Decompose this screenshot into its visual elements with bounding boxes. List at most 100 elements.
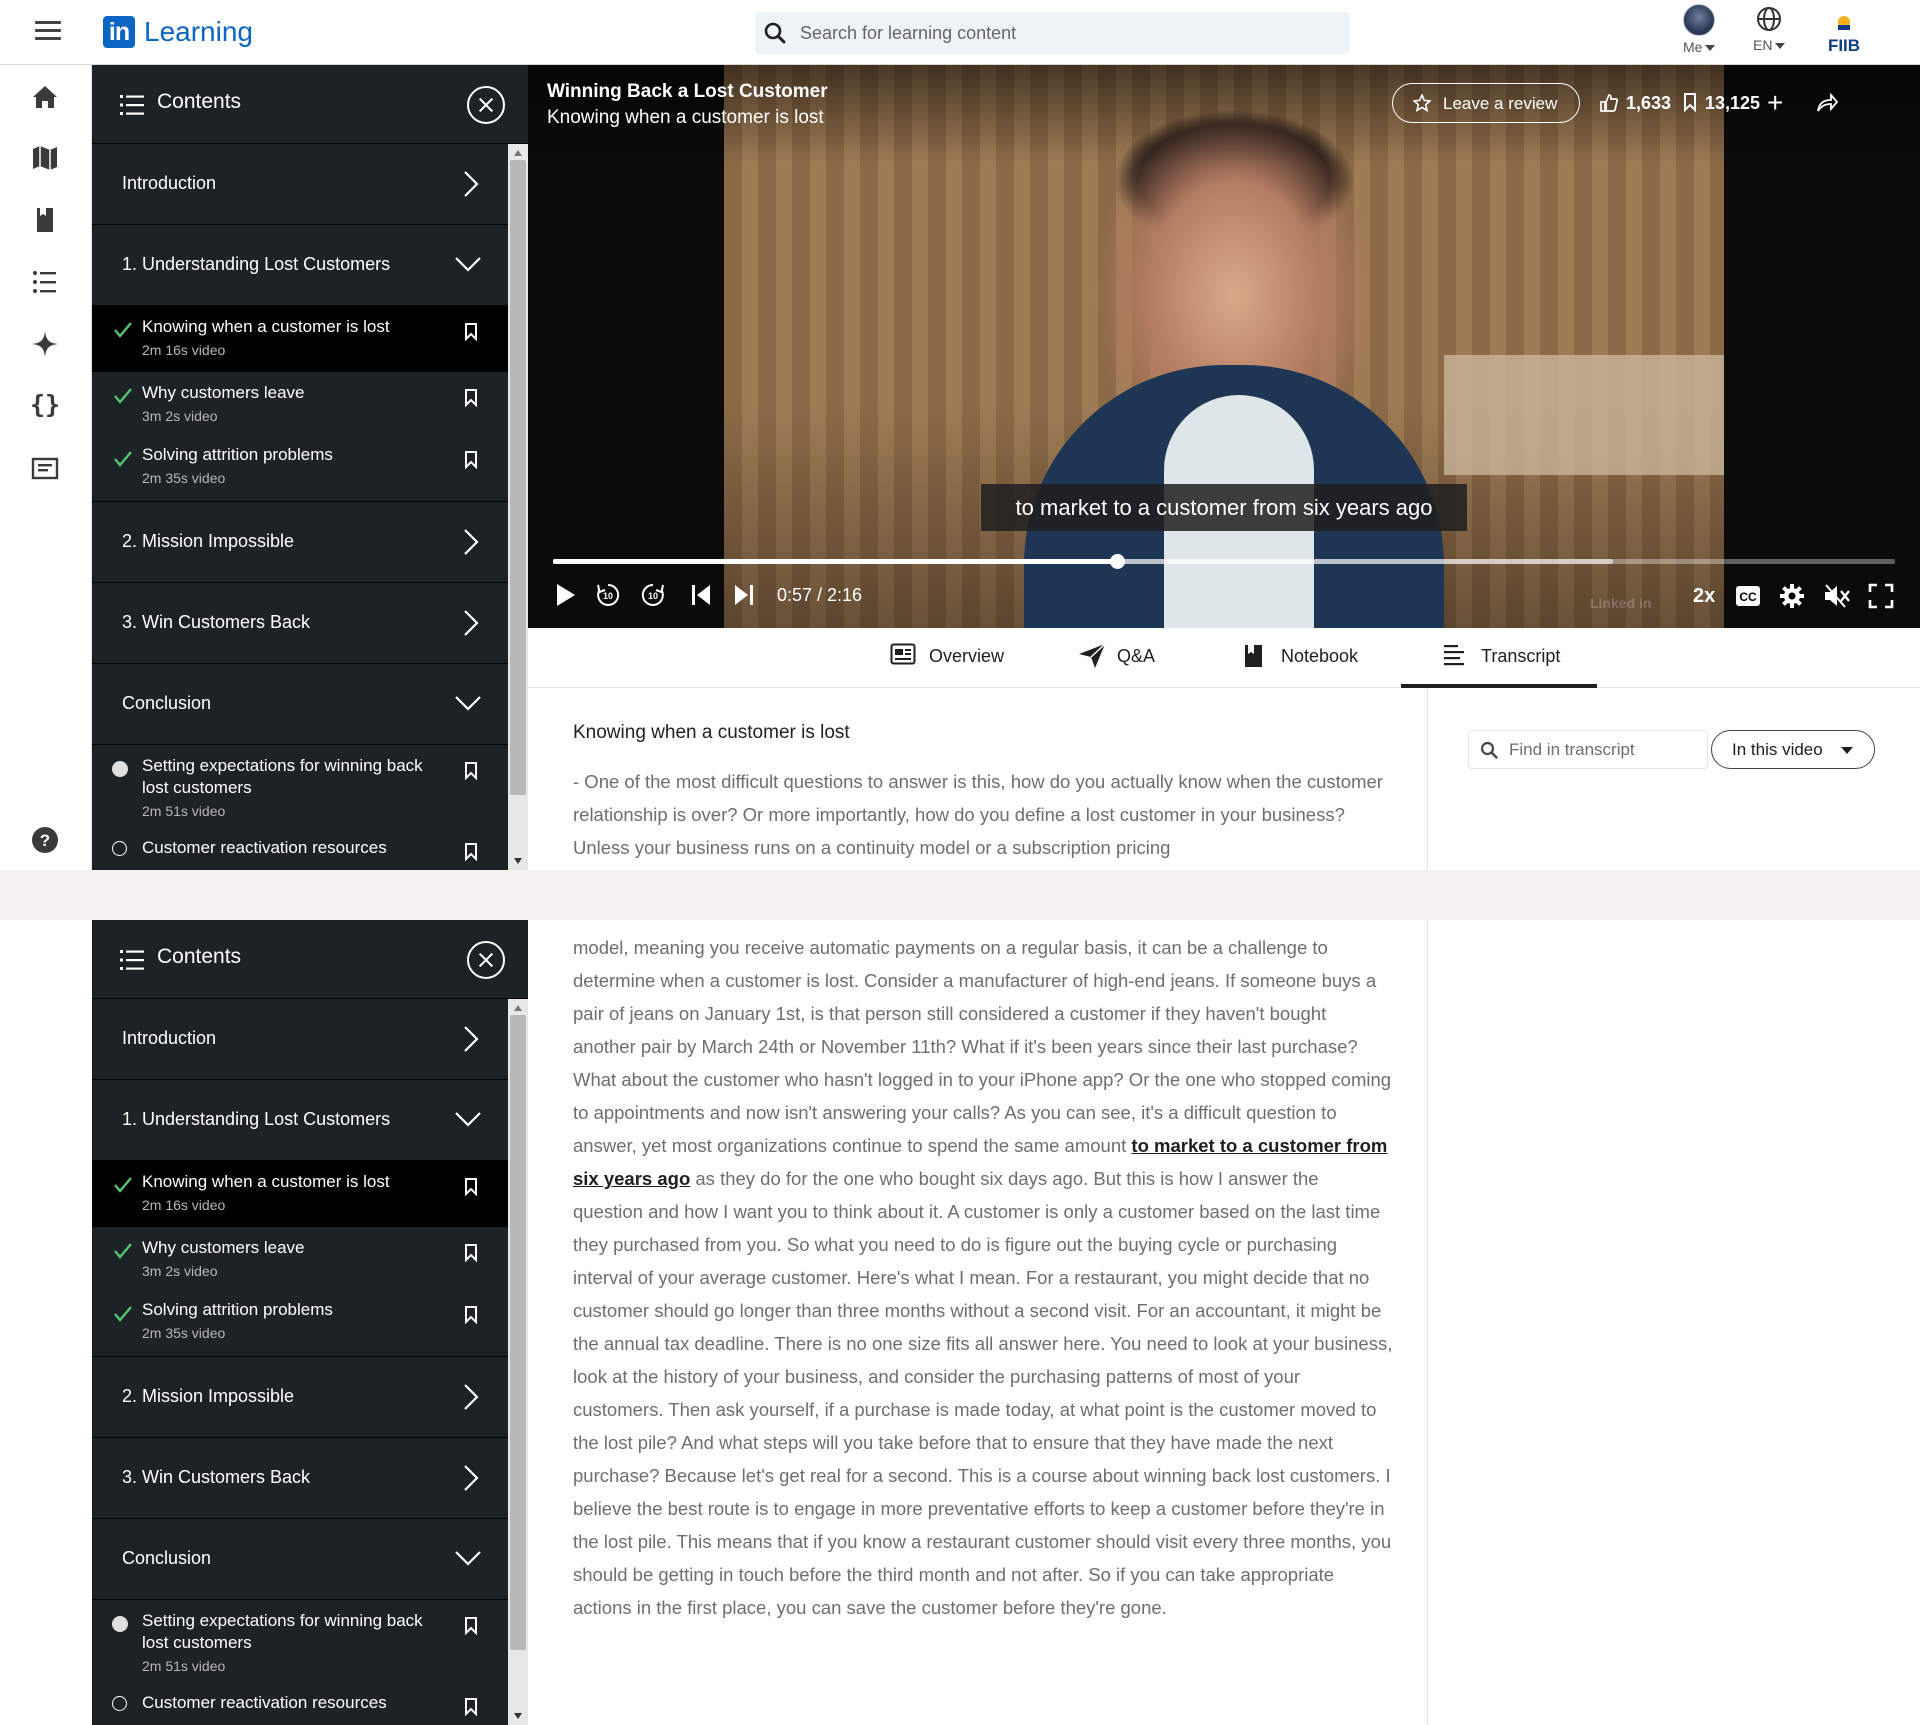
chapter-understanding-lost-customers[interactable]: 1. Understanding Lost Customers	[92, 1080, 508, 1161]
previous-icon[interactable]	[691, 583, 711, 607]
playback-speed-button[interactable]: 2x	[1693, 585, 1715, 608]
home-icon[interactable]	[30, 82, 60, 112]
lesson-knowing-when-lost[interactable]: Knowing when a customer is lost 2m 16s v…	[92, 1161, 508, 1227]
chapter-conclusion[interactable]: Conclusion	[92, 1519, 508, 1600]
hamburger-menu-icon[interactable]	[35, 21, 61, 41]
bookmark-icon[interactable]	[464, 451, 478, 469]
contents-scrollbar[interactable]	[508, 144, 528, 870]
close-contents-button[interactable]	[467, 941, 505, 979]
saved-bookmark-icon[interactable]	[1683, 93, 1697, 112]
chapter-understanding-lost-customers[interactable]: 1. Understanding Lost Customers	[92, 225, 508, 306]
lesson-meta: 3m 2s video	[142, 408, 218, 424]
organization-logo[interactable]: FIIB	[1826, 12, 1862, 54]
tab-qa[interactable]: Q&A	[1079, 643, 1156, 668]
tab-notebook[interactable]: Notebook	[1245, 645, 1358, 667]
scrubber-handle[interactable]	[1109, 554, 1125, 569]
search-icon	[1480, 741, 1498, 759]
next-icon[interactable]	[734, 583, 754, 607]
sparkle-icon[interactable]	[30, 329, 60, 359]
bookmark-icon[interactable]	[464, 1306, 478, 1324]
check-icon	[114, 322, 132, 338]
scrollbar-thumb[interactable]	[510, 160, 526, 795]
close-contents-button[interactable]	[467, 86, 505, 124]
chapter-mission-impossible[interactable]: 2. Mission Impossible	[92, 1357, 508, 1438]
saves-count: 13,125	[1705, 93, 1761, 113]
find-in-transcript-input[interactable]	[1509, 731, 1699, 768]
closed-captions-icon[interactable]: CC	[1735, 585, 1761, 607]
chapter-introduction[interactable]: Introduction	[92, 999, 508, 1080]
certificate-icon[interactable]	[30, 453, 60, 483]
forward-10-icon[interactable]: 10	[640, 582, 666, 608]
chapter-mission-impossible[interactable]: 2. Mission Impossible	[92, 502, 508, 583]
transcript-scope-dropdown[interactable]: In this video	[1711, 730, 1875, 769]
top-navbar: in Learning Me EN FIIB	[0, 0, 1920, 65]
add-to-collection-icon[interactable]: +	[1767, 87, 1783, 119]
lesson-setting-expectations[interactable]: Setting expectations for winning back lo…	[92, 745, 508, 833]
chapter-introduction[interactable]: Introduction	[92, 144, 508, 225]
scrollbar-thumb[interactable]	[510, 1015, 526, 1650]
bookmark-icon[interactable]	[464, 389, 478, 407]
bookmark-icon[interactable]	[464, 1178, 478, 1196]
lesson-reactivation-resources[interactable]: Customer reactivation resources	[92, 1688, 508, 1725]
chapter-label: Conclusion	[122, 1548, 212, 1568]
search-input[interactable]	[800, 12, 1340, 54]
scroll-up-arrow-icon[interactable]	[514, 150, 522, 156]
search-bar[interactable]	[755, 12, 1350, 54]
transcript-segment[interactable]: model, meaning you receive automatic pay…	[573, 937, 1391, 1156]
language-menu[interactable]: EN	[1753, 4, 1786, 53]
my-library-icon[interactable]	[30, 205, 60, 235]
tab-label: Q&A	[1117, 646, 1156, 666]
fullscreen-icon[interactable]	[1868, 583, 1894, 609]
me-menu[interactable]: Me	[1683, 4, 1716, 55]
find-in-transcript-field[interactable]	[1468, 730, 1708, 769]
lesson-meta: 2m 16s video	[142, 1197, 226, 1213]
scroll-down-arrow-icon[interactable]	[514, 1713, 522, 1719]
leave-review-button[interactable]: Leave a review	[1392, 83, 1580, 123]
scroll-up-arrow-icon[interactable]	[514, 1005, 522, 1011]
video-progress-bar[interactable]	[553, 554, 1895, 569]
in-progress-dot-icon	[112, 1616, 128, 1632]
bookmark-icon[interactable]	[464, 1244, 478, 1262]
contents-scrollbar[interactable]	[508, 999, 528, 1725]
list-icon[interactable]	[30, 267, 60, 297]
linkedin-logo[interactable]: in	[103, 16, 135, 48]
chapter-conclusion[interactable]: Conclusion	[92, 664, 508, 745]
play-icon[interactable]	[554, 582, 578, 608]
lesson-meta: 3m 2s video	[142, 1263, 218, 1279]
lesson-reactivation-resources[interactable]: Customer reactivation resources	[92, 833, 508, 870]
rewind-10-icon[interactable]: 10	[595, 582, 621, 608]
lesson-knowing-when-lost[interactable]: Knowing when a customer is lost 2m 16s v…	[92, 306, 508, 372]
bookmark-icon[interactable]	[464, 1617, 478, 1635]
lesson-setting-expectations[interactable]: Setting expectations for winning back lo…	[92, 1600, 508, 1688]
tab-transcript[interactable]: Transcript	[1444, 645, 1560, 667]
chapter-win-customers-back[interactable]: 3. Win Customers Back	[92, 1438, 508, 1519]
code-braces-icon[interactable]: {}	[30, 390, 60, 420]
transcript-text-part1[interactable]: - One of the most difficult questions to…	[573, 765, 1393, 864]
chapter-win-customers-back[interactable]: 3. Win Customers Back	[92, 583, 508, 664]
learning-logo-text[interactable]: Learning	[144, 16, 253, 48]
transcript-text-part2[interactable]: model, meaning you receive automatic pay…	[573, 931, 1393, 1624]
transcript-panel: Knowing when a customer is lost - One of…	[528, 689, 1428, 870]
chevron-right-icon	[464, 171, 479, 197]
tab-overview[interactable]: Overview	[890, 643, 1005, 667]
transcript-segment[interactable]: as they do for the one who bought six da…	[573, 1168, 1392, 1618]
lesson-why-customers-leave[interactable]: Why customers leave 3m 2s video	[92, 1227, 508, 1292]
bookmark-icon[interactable]	[464, 762, 478, 780]
lesson-solving-attrition[interactable]: Solving attrition problems 2m 35s video	[92, 1292, 508, 1357]
settings-gear-icon[interactable]	[1779, 583, 1805, 609]
mute-volume-icon[interactable]	[1823, 583, 1851, 609]
not-started-circle-icon	[112, 1696, 127, 1711]
scroll-down-arrow-icon[interactable]	[514, 858, 522, 864]
help-icon[interactable]: ?	[30, 825, 60, 855]
lesson-solving-attrition[interactable]: Solving attrition problems 2m 35s video	[92, 437, 508, 502]
like-icon[interactable]	[1599, 93, 1619, 113]
map-icon[interactable]	[30, 143, 60, 173]
share-icon[interactable]	[1816, 93, 1838, 113]
bookmark-icon[interactable]	[464, 843, 478, 861]
video-player[interactable]: Winning Back a Lost Customer Knowing whe…	[528, 65, 1920, 628]
lesson-why-customers-leave[interactable]: Why customers leave 3m 2s video	[92, 372, 508, 437]
tab-label: Overview	[929, 646, 1005, 666]
bookmark-icon[interactable]	[464, 1698, 478, 1716]
bookmark-icon[interactable]	[464, 323, 478, 341]
caret-down-icon	[1705, 45, 1716, 52]
